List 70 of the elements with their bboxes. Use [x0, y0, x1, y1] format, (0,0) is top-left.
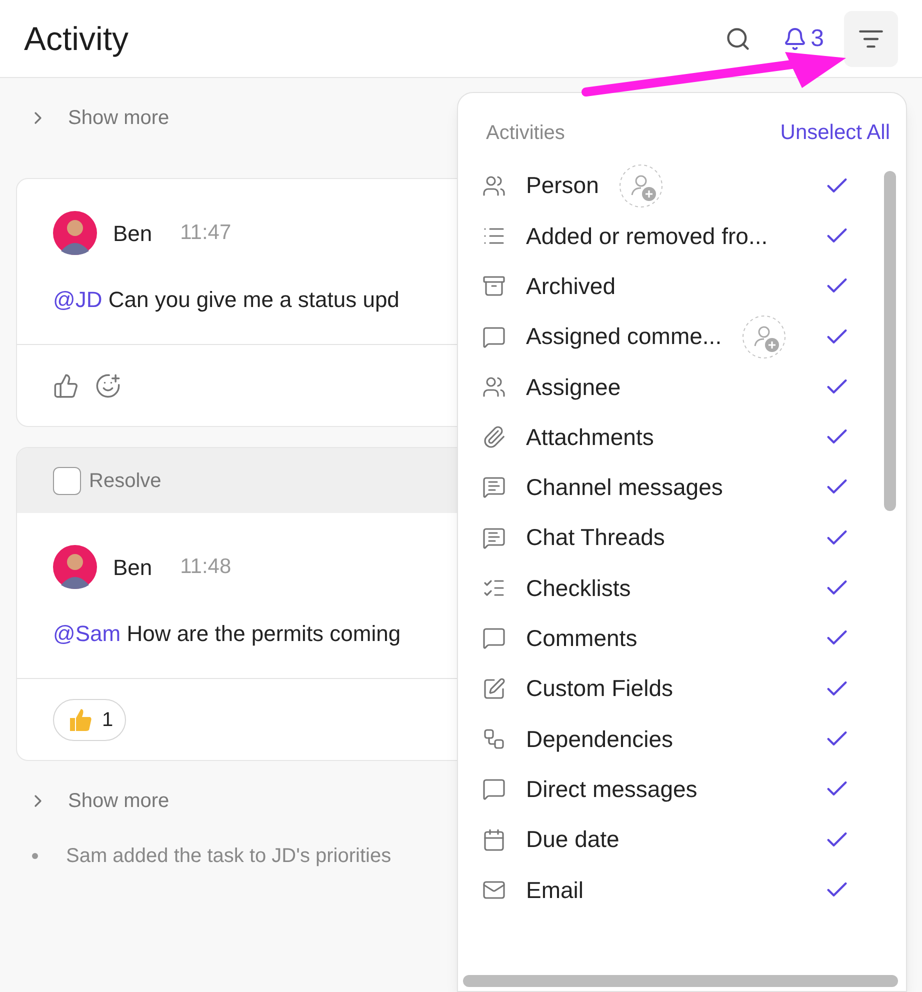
speech-bubble-icon: [482, 626, 506, 650]
show-more-link[interactable]: Show more: [0, 78, 198, 158]
option-label: Custom Fields: [526, 674, 673, 704]
activity-option[interactable]: Comments: [482, 613, 850, 664]
option-label: Checklists: [526, 574, 631, 603]
resolve-label: Resolve: [89, 468, 162, 494]
option-label: Person: [526, 171, 599, 200]
archive-icon: [482, 274, 506, 298]
speech-bubble-icon: [482, 324, 506, 349]
activity-option[interactable]: Direct messages: [482, 764, 850, 814]
add-emoji-icon[interactable]: [95, 372, 121, 398]
reaction-pill[interactable]: 1: [53, 698, 126, 740]
option-label: Assignee: [526, 372, 621, 402]
add-person-icon[interactable]: [618, 164, 663, 208]
people-icon: [482, 374, 506, 399]
filter-button[interactable]: [844, 10, 898, 66]
option-label: Chat Threads: [526, 523, 665, 552]
activity-option[interactable]: Archived: [482, 261, 850, 312]
bullet-icon: [32, 853, 38, 859]
comment-time: 11:48: [180, 554, 232, 580]
comment-text: @JD Can you give me a status upd: [53, 286, 400, 314]
activity-option[interactable]: Chat Threads: [482, 512, 850, 563]
edit-icon: [482, 676, 506, 701]
option-label: Assigned comme...: [526, 322, 722, 352]
option-label: Added or removed fro...: [526, 222, 768, 251]
activity-option[interactable]: Assigned comme...: [482, 311, 850, 362]
activity-option[interactable]: Added or removed fro...: [482, 210, 850, 262]
people-icon: [482, 174, 506, 198]
vertical-scrollbar[interactable]: [884, 171, 896, 511]
speech-bubble-icon: [482, 777, 506, 802]
author-name: Ben: [113, 554, 152, 582]
activity-option[interactable]: Due date: [482, 814, 850, 865]
horizontal-scrollbar[interactable]: [463, 975, 898, 987]
activity-option[interactable]: Checklists: [482, 562, 850, 614]
option-label: Dependencies: [526, 724, 674, 754]
comment-text: @Sam How are the permits coming: [53, 620, 401, 648]
unselect-all-link[interactable]: Unselect All: [780, 117, 890, 148]
resolve-checkbox[interactable]: [53, 466, 81, 494]
avatar-icon: [53, 545, 97, 589]
option-label: Email: [526, 876, 584, 905]
calendar-icon: [482, 828, 506, 852]
option-label: Archived: [526, 272, 616, 301]
add-person-icon[interactable]: [742, 314, 786, 359]
page-title: Activity: [24, 18, 130, 59]
notification-count: 3: [810, 26, 824, 50]
activity-option[interactable]: Custom Fields: [482, 663, 850, 714]
author-name: Ben: [113, 220, 152, 248]
avatar-icon: [53, 211, 97, 255]
option-label: Attachments: [526, 422, 654, 452]
activity-option[interactable]: Assignee: [482, 362, 850, 412]
activity-option[interactable]: Channel messages: [482, 462, 850, 513]
paperclip-icon: [482, 425, 506, 450]
option-label: Channel messages: [526, 473, 723, 502]
bell-icon[interactable]: [782, 26, 807, 50]
thumbs-up-icon[interactable]: [53, 372, 79, 398]
show-more-link[interactable]: Show more: [0, 761, 198, 841]
activity-option[interactable]: Email: [482, 864, 850, 915]
comment-time: 11:47: [180, 220, 232, 246]
flow-icon: [482, 726, 506, 751]
activity-option[interactable]: Attachments: [482, 412, 850, 462]
message-icon: [482, 526, 506, 550]
option-label: Comments: [526, 624, 638, 654]
activity-option[interactable]: Person: [482, 160, 850, 211]
search-icon[interactable]: [724, 26, 751, 52]
message-icon: [482, 475, 506, 500]
panel-heading: Activities: [486, 120, 565, 146]
option-label: Direct messages: [526, 774, 698, 804]
option-label: Due date: [526, 825, 620, 854]
activity-event: Sam added the task to JD's priorities: [66, 844, 392, 869]
activity-option[interactable]: Dependencies: [482, 714, 850, 764]
